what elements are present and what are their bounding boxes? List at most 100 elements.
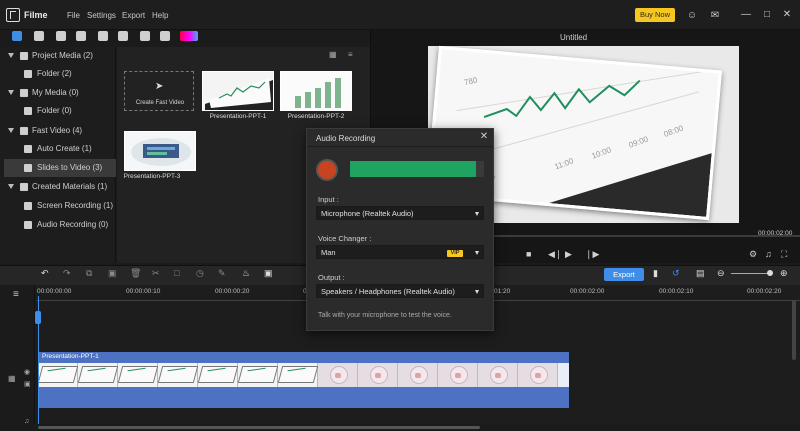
filmstrip-frame [518,363,558,387]
filmstrip-frame [118,363,158,387]
settings-icon[interactable]: ⚙ [749,249,757,260]
effects-tab-icon[interactable] [76,31,86,41]
minimize-icon[interactable]: — [739,9,753,21]
media-thumb-ppt-3[interactable] [124,131,196,171]
buy-now-button[interactable]: Buy Now [635,8,675,22]
category-icon [20,89,28,97]
speed-icon[interactable]: ◷ [196,268,204,279]
output-select[interactable]: Speakers / Headphones (Realtek Audio) [316,284,484,298]
tree-item-label: Folder (0) [37,106,72,115]
close-icon[interactable]: ✕ [780,9,794,21]
next-frame-icon[interactable]: ❘▶ [585,249,599,260]
grid-view-icon[interactable]: ▦ [329,50,337,59]
dialog-close-icon[interactable]: ✕ [478,131,490,143]
zoom-slider[interactable] [731,273,771,274]
chevron-down-icon [475,290,479,294]
lock-icon[interactable]: ▣ [24,380,31,388]
zoom-in-icon[interactable]: ⊕ [780,268,788,279]
stop-icon[interactable]: ■ [526,249,531,259]
ruler-tick: 00:00:02:20 [747,288,782,295]
playhead-handle[interactable] [35,311,41,324]
visibility-icon[interactable]: ◉ [24,368,30,376]
delete-icon[interactable]: 🗑 [130,268,141,279]
folder-icon [24,164,32,172]
input-select[interactable]: Microphone (Realtek Audio) [316,206,484,220]
fit-icon[interactable]: ▤ [696,268,705,279]
edit-icon[interactable]: ✎ [218,268,226,279]
color-tab-icon[interactable] [180,31,198,41]
text-tab-icon[interactable] [140,31,150,41]
tree-item[interactable]: My Media (0) [0,84,116,102]
folder-icon [24,70,32,78]
folder-icon [24,107,32,115]
expand-arrow-icon[interactable] [8,90,14,95]
stickers-tab-icon[interactable] [98,31,108,41]
tree-item-label: Project Media (2) [32,51,93,60]
zoom-out-icon[interactable]: ⊖ [717,268,725,279]
redo-icon[interactable]: ↷ [63,268,71,279]
split-icon[interactable]: ✂ [152,268,160,279]
record-button[interactable] [316,159,338,181]
gift-icon[interactable]: ✉ [708,8,722,22]
tree-item[interactable]: Auto Create (1) [4,140,116,158]
horizontal-scrollbar[interactable] [38,426,480,429]
crop-icon[interactable]: □ [174,268,179,278]
clip-label: Presentation-PPT-1 [42,353,99,360]
volume-icon[interactable]: ♫ [765,249,772,259]
microphone-icon[interactable]: ♨ [242,268,250,279]
zoom-slider-handle[interactable] [767,270,773,276]
prev-frame-icon[interactable]: ◀❘ [548,249,562,260]
title-bar [0,0,800,30]
marker-icon[interactable]: ▮ [653,268,658,279]
vertical-scrollbar[interactable] [792,300,796,360]
sort-icon[interactable]: ≡ [348,50,353,59]
tree-item[interactable]: Fast Video (4) [0,122,116,140]
play-icon[interactable]: ▶ [565,249,572,260]
expand-arrow-icon[interactable] [8,128,14,133]
expand-arrow-icon[interactable] [8,53,14,58]
undo-icon[interactable]: ↶ [41,268,49,279]
paste-icon[interactable]: ▣ [108,268,117,279]
tree-item-label: My Media (0) [32,88,79,97]
maximize-icon[interactable]: □ [760,9,774,21]
ruler-tick: 00:00:02:00 [570,288,605,295]
media-tab-icon[interactable] [12,31,22,41]
menu-settings[interactable]: Settings [87,11,116,20]
menu-help[interactable]: Help [152,11,168,20]
voice-changer-label: Voice Changer : [318,234,372,243]
tree-item[interactable]: Folder (0) [4,102,116,120]
fullscreen-icon[interactable]: ⛶ [781,249,787,260]
dialog-title: Audio Recording [316,134,376,143]
expand-arrow-icon[interactable] [8,184,14,189]
snap-icon[interactable]: ↺ [672,268,680,279]
category-icon [20,127,28,135]
create-fast-video-tile[interactable]: ➤ Create Fast Video [124,71,194,111]
app-name: Filme [24,10,48,20]
copy-icon[interactable]: ⧉ [86,268,92,279]
tree-item[interactable]: Created Materials (1) [0,178,116,196]
tree-item[interactable]: Project Media (2) [0,47,116,65]
filmstrip-frame [238,363,278,387]
transitions-tab-icon[interactable] [160,31,170,41]
export-button[interactable]: Export [604,268,644,281]
media-thumb-ppt-1[interactable] [202,71,274,111]
filters-tab-icon[interactable] [118,31,128,41]
tree-item[interactable]: Folder (2) [4,65,116,83]
input-label: Input : [318,195,339,204]
templates-tab-icon[interactable] [56,31,66,41]
folder-tab-icon[interactable] [34,31,44,41]
menu-icon[interactable]: ≡ [13,289,19,300]
tree-item-label: Fast Video (4) [32,126,83,135]
menu-file[interactable]: File [67,11,80,20]
tree-item[interactable]: Slides to Video (3) [4,159,116,177]
menu-export[interactable]: Export [122,11,145,20]
media-thumb-ppt-2[interactable] [280,71,352,111]
media-label-ppt-1: Presentation-PPT-1 [209,113,267,120]
camera-icon[interactable]: ▣ [264,268,273,279]
tree-item[interactable]: Screen Recording (1) [4,197,116,215]
account-icon[interactable]: ☺ [685,8,699,22]
ruler-tick: 00:00:00:00 [37,288,72,295]
vip-badge: VIP [447,250,463,257]
tree-item[interactable]: Audio Recording (0) [4,216,116,234]
folder-icon [24,145,32,153]
